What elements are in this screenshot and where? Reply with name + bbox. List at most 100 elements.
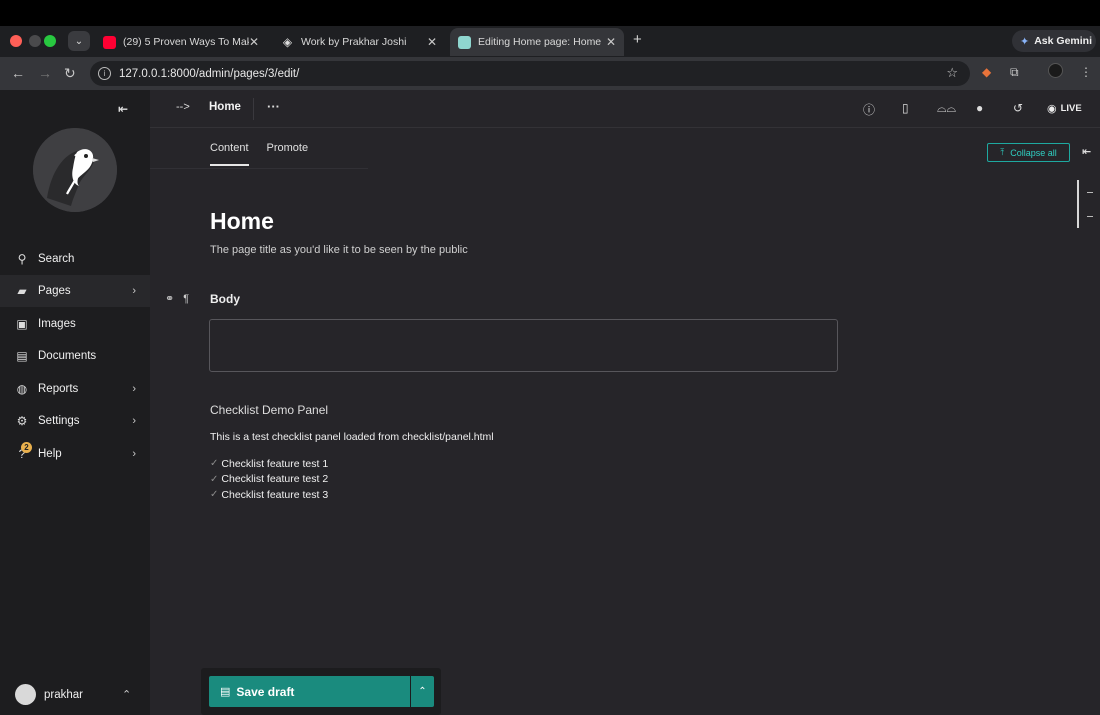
tab-search-button[interactable]: ⌄ <box>68 31 90 51</box>
reload-icon[interactable]: ↻ <box>64 65 76 82</box>
editor-tabs: Content Promote <box>210 142 326 166</box>
eye-icon: ◉ <box>1047 103 1057 115</box>
info-icon[interactable]: ⓘ <box>863 101 875 118</box>
collapse-sidebar-icon[interactable]: ⇤ <box>118 102 128 116</box>
url-text: 127.0.0.1:8000/admin/pages/3/edit/ <box>119 67 300 80</box>
forward-icon[interactable]: → <box>38 65 52 81</box>
minimap-item[interactable] <box>1087 216 1093 217</box>
minimap-indicator <box>1077 180 1079 228</box>
sidebar-item-settings[interactable]: ⚙ Settings › <box>0 405 150 437</box>
toggle-minimap-icon[interactable]: ⇤ <box>1082 145 1091 158</box>
checkmark-icon: ✓ <box>210 489 219 501</box>
sidebar-item-images[interactable]: ▣ Images <box>0 308 150 340</box>
chevron-right-icon: › <box>132 415 136 427</box>
checklist-panel-title: Checklist Demo Panel <box>210 403 329 417</box>
chevron-down-icon: ⌄ <box>74 35 84 47</box>
save-draft-label: Save draft <box>236 684 295 699</box>
close-icon[interactable]: ✕ <box>249 35 259 49</box>
browser-tab-bar: ⌄ (29) 5 Proven Ways To Make I ✕ ◈ Work … <box>0 26 1100 57</box>
browser-tab[interactable]: (29) 5 Proven Ways To Make I ✕ <box>95 28 267 56</box>
preview-device-icon[interactable]: ▯ <box>902 101 909 115</box>
notification-badge: 2 <box>21 442 32 453</box>
browser-tab-title: Editing Home page: Home - W <box>478 36 604 48</box>
history-icon[interactable]: ↺ <box>1013 101 1023 115</box>
wagtail-logo[interactable] <box>33 128 117 212</box>
breadcrumb-toggle-icon[interactable]: --> <box>176 101 190 113</box>
close-icon[interactable]: ✕ <box>606 35 616 49</box>
tab-promote[interactable]: Promote <box>267 142 309 166</box>
folder-icon: ▰ <box>17 284 27 298</box>
divider <box>253 98 254 120</box>
browser-tab-title: Work by Prakhar Joshi <box>301 36 407 48</box>
body-field-label: Body <box>210 292 240 306</box>
screen-top-bar <box>0 0 1100 26</box>
sidebar-item-pages[interactable]: ▰ Pages › <box>0 275 150 307</box>
extensions-puzzle-icon[interactable]: ⧉ <box>1010 65 1019 80</box>
accessibility-checks-icon[interactable]: ⌓⌓ <box>937 101 956 116</box>
site-icon: ◈ <box>282 34 293 49</box>
address-bar[interactable]: i 127.0.0.1:8000/admin/pages/3/edit/ ☆ <box>90 61 970 86</box>
chevron-right-icon: › <box>132 448 136 460</box>
profile-icon[interactable] <box>1048 63 1063 78</box>
search-icon: ⚲ <box>17 252 27 266</box>
field-actions: ⚭ ¶ <box>165 292 189 305</box>
globe-icon: ◍ <box>16 382 28 396</box>
link-icon[interactable]: ⚭ <box>165 293 174 305</box>
page-header: --> Home ··· ⓘ ▯ ⌓⌓ ● ↺ ◉ LIVE <box>150 90 1100 128</box>
save-draft-button[interactable]: ▤ Save draft <box>209 676 410 707</box>
close-window-button[interactable] <box>10 35 22 47</box>
ask-gemini-button[interactable]: ✦ Ask Gemini <box>1012 30 1096 52</box>
breadcrumb-title[interactable]: Home <box>209 101 241 113</box>
close-icon[interactable]: ✕ <box>427 35 437 49</box>
checkmark-icon: ✓ <box>210 473 219 485</box>
collapse-all-button[interactable]: ⤒ Collapse all <box>987 143 1070 162</box>
collapse-up-icon: ⤒ <box>1000 147 1005 157</box>
sidebar-item-documents[interactable]: ▤ Documents <box>0 340 150 372</box>
chevron-up-icon: ⌃ <box>418 686 427 697</box>
app-area: ⇤ ⚲ Search ▰ Pages › ▣ Images ▤ Document… <box>0 90 1100 715</box>
live-status[interactable]: ◉ LIVE <box>1047 102 1082 115</box>
page-title[interactable]: Home <box>210 208 274 235</box>
divider <box>150 168 368 169</box>
sidebar-item-label: Help <box>38 448 62 460</box>
bird-logo-icon <box>33 128 117 212</box>
browser-toolbar: ← → ↻ i 127.0.0.1:8000/admin/pages/3/edi… <box>0 57 1100 90</box>
checklist-item-label: Checklist feature test 1 <box>221 457 329 470</box>
site-info-icon[interactable]: i <box>98 67 111 80</box>
title-help-text: The page title as you'd like it to be se… <box>210 244 468 256</box>
chevron-right-icon: › <box>132 285 136 297</box>
paragraph-icon[interactable]: ¶ <box>183 293 189 305</box>
sidebar-item-label: Search <box>38 253 75 265</box>
collapse-all-label: Collapse all <box>1010 147 1057 158</box>
new-tab-button[interactable]: + <box>633 31 642 48</box>
cogs-icon: ⚙ <box>16 414 28 428</box>
help-icon: ? 2 <box>15 442 32 461</box>
browser-menu-icon[interactable]: ⋮ <box>1080 65 1092 79</box>
document-icon: ▤ <box>16 349 28 363</box>
comments-icon[interactable]: ● <box>976 101 983 115</box>
sidebar-item-search[interactable]: ⚲ Search <box>0 243 150 275</box>
tab-content[interactable]: Content <box>210 142 249 166</box>
sidebar-item-help[interactable]: ? 2 Help › <box>0 438 150 470</box>
browser-tab[interactable]: ◈ Work by Prakhar Joshi ✕ <box>273 28 445 56</box>
more-actions-icon[interactable]: ··· <box>267 99 280 114</box>
back-icon[interactable]: ← <box>11 65 25 81</box>
sidebar: ⇤ ⚲ Search ▰ Pages › ▣ Images ▤ Document… <box>0 90 150 715</box>
image-icon: ▣ <box>16 317 28 331</box>
more-actions-dropdown[interactable]: ⌃ <box>411 676 434 707</box>
sparkle-icon: ✦ <box>1020 35 1030 48</box>
ask-gemini-label: Ask Gemini <box>1034 35 1092 47</box>
maximize-window-button[interactable] <box>44 35 56 47</box>
extension-icon[interactable]: ◆ <box>982 65 991 79</box>
minimap-item[interactable] <box>1087 192 1093 193</box>
body-editor[interactable] <box>209 319 838 372</box>
youtube-icon <box>103 35 116 49</box>
chevron-up-icon[interactable]: ⌃ <box>122 688 131 701</box>
list-item: ✓ Checklist feature test 3 <box>210 487 328 503</box>
checklist-item-label: Checklist feature test 2 <box>221 473 329 486</box>
sidebar-item-reports[interactable]: ◍ Reports › <box>0 373 150 405</box>
user-menu[interactable]: prakhar <box>15 684 83 705</box>
bookmark-star-icon[interactable]: ☆ <box>946 65 958 81</box>
minimize-window-button[interactable] <box>29 35 41 47</box>
browser-tab-active[interactable]: Editing Home page: Home - W ✕ <box>450 28 624 56</box>
